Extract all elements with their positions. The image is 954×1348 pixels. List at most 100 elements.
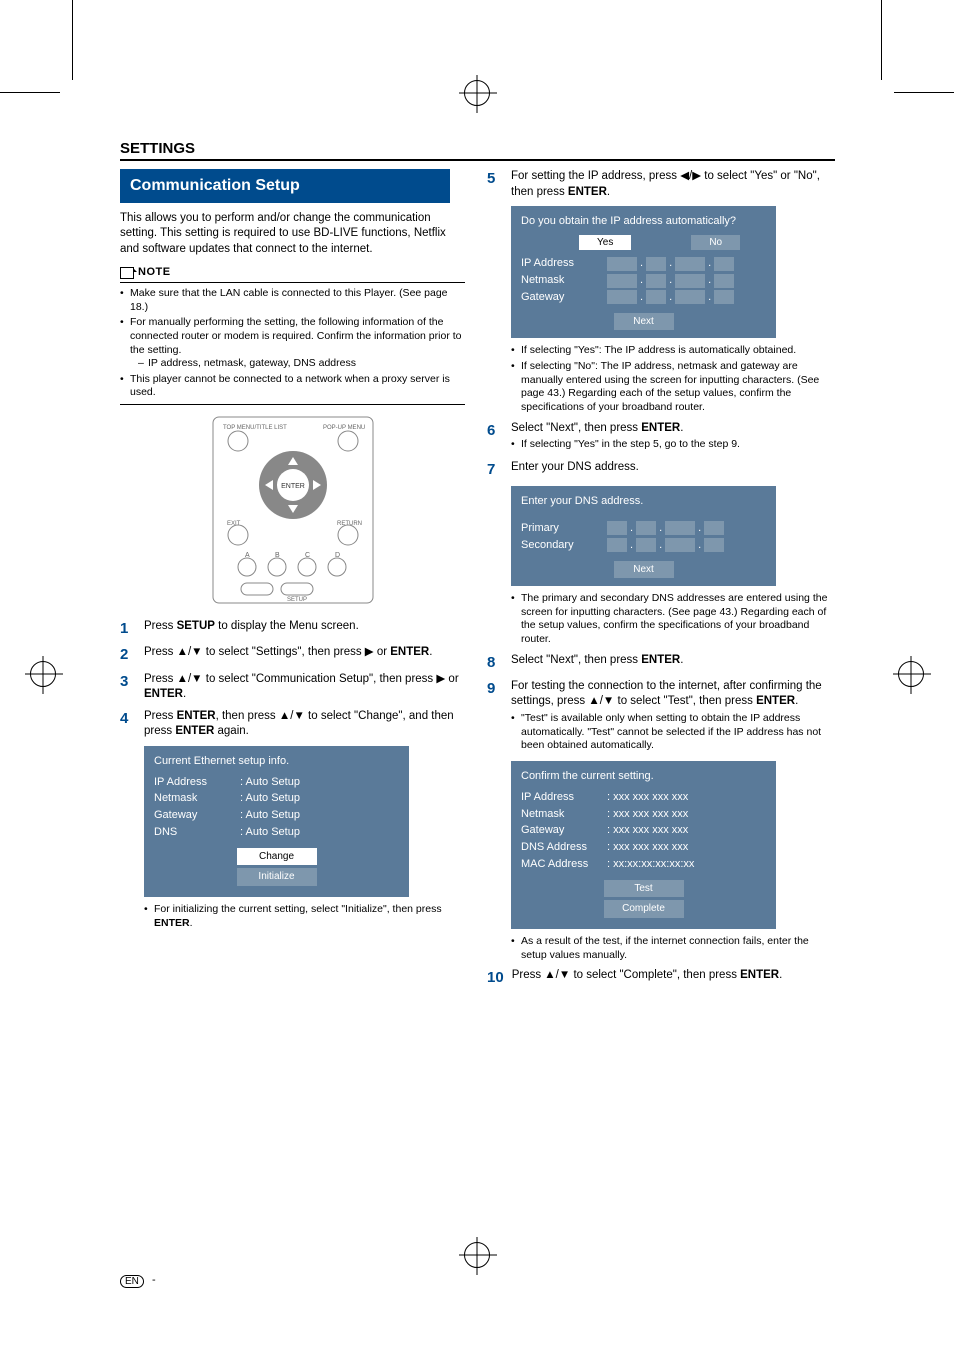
panel-row: Netmask : xxx xxx xxx xxx — [521, 807, 766, 822]
arrows-icon: ▲/▼ — [177, 673, 203, 685]
ip-field: ... — [607, 273, 734, 288]
bold: ENTER — [175, 725, 214, 737]
text: to select "Communication Setup", then pr… — [203, 673, 437, 685]
initialize-button[interactable]: Initialize — [237, 868, 317, 886]
text: . — [190, 917, 193, 929]
test-button[interactable]: Test — [604, 880, 684, 898]
bold: ENTER — [390, 646, 429, 658]
value: : Auto Setup — [240, 791, 300, 806]
text: Press — [512, 969, 545, 981]
label: Gateway — [521, 290, 599, 305]
change-button[interactable]: Change — [237, 848, 317, 866]
registration-mark-icon — [898, 661, 924, 687]
ip-field: ... — [607, 290, 734, 305]
footnote-list: For initializing the current setting, se… — [144, 903, 465, 930]
next-button[interactable]: Next — [614, 561, 674, 579]
note-label: NOTE — [138, 265, 171, 280]
sub-note: "Test" is available only when setting to… — [511, 712, 832, 753]
step-body: Press ▲/▼ to select "Communication Setup… — [144, 672, 465, 703]
value: : xxx xxx xxx xxx — [607, 807, 688, 822]
enter-label: ENTER — [281, 483, 305, 490]
panel-row: Gateway : xxx xxx xxx xxx — [521, 823, 766, 838]
yes-button[interactable]: Yes — [579, 235, 631, 251]
text: . — [680, 422, 683, 434]
communication-setup-heading: Communication Setup — [120, 169, 450, 203]
text: to select "Test", then press — [614, 695, 756, 707]
step-number: 2 — [120, 645, 136, 665]
arrows-icon: ▲/▼ — [177, 646, 203, 658]
value: : Auto Setup — [240, 775, 300, 790]
text: to display the Menu screen. — [215, 620, 359, 632]
step-number: 7 — [487, 460, 503, 480]
step-number: 9 — [487, 679, 503, 755]
crop-mark — [894, 92, 954, 93]
panel-row: Gateway... — [521, 290, 766, 305]
panel-row: Primary... — [521, 521, 766, 536]
step-7: 7 Enter your DNS address. — [487, 460, 832, 480]
panel-row: Secondary... — [521, 538, 766, 553]
next-button[interactable]: Next — [614, 313, 674, 331]
confirm-panel: Confirm the current setting. IP Address:… — [511, 761, 776, 929]
value: : xxx xxx xxx xxx — [607, 790, 688, 805]
right-column: 5 For setting the IP address, press ◀/▶ … — [487, 169, 832, 994]
crop-mark — [0, 92, 60, 93]
label: Netmask — [521, 273, 599, 288]
bold: SETUP — [177, 620, 215, 632]
value: : xxx xxx xxx xxx — [607, 840, 688, 855]
text: or — [374, 646, 391, 658]
text: . — [680, 654, 683, 666]
text: or — [445, 673, 458, 685]
text: Press — [144, 620, 177, 632]
step-8: 8 Select "Next", then press ENTER. — [487, 653, 832, 673]
panel-row: MAC Address: xx:xx:xx:xx:xx:xx — [521, 857, 766, 872]
bold: ENTER — [641, 422, 680, 434]
note-item: "Test" is available only when setting to… — [511, 712, 832, 753]
complete-button[interactable]: Complete — [604, 900, 684, 918]
language-badge: EN — [120, 1275, 144, 1288]
note-list: Make sure that the LAN cable is connecte… — [120, 287, 465, 400]
bold: ENTER — [154, 917, 190, 929]
divider — [120, 404, 465, 405]
label-top-menu: TOP MENU/TITLE LIST — [223, 425, 287, 431]
panel-row: Netmask... — [521, 273, 766, 288]
step-number: 1 — [120, 619, 136, 639]
step-number: 5 — [487, 169, 503, 200]
ip-field: ... — [607, 521, 724, 536]
crop-mark — [72, 0, 73, 80]
label: Netmask — [154, 791, 232, 806]
panel-buttons: Change Initialize — [154, 848, 399, 886]
panel-buttons: Next — [521, 313, 766, 331]
remote-svg: TOP MENU/TITLE LIST POP-UP MENU ENTER EX… — [193, 415, 393, 605]
panel-row: IP Address... — [521, 256, 766, 271]
arrows-icon: ◀/▶ — [680, 170, 701, 182]
arrow-icon: ▶ — [365, 646, 374, 658]
return-label: RETURN — [337, 521, 362, 527]
panel-row: IP Address: Auto Setup — [154, 775, 399, 790]
ip-field: ... — [607, 256, 734, 271]
two-column-layout: Communication Setup This allows you to p… — [120, 169, 835, 994]
label: Netmask — [521, 807, 599, 822]
label: IP Address — [521, 790, 599, 805]
panel-row: Netmask : Auto Setup — [154, 791, 399, 806]
note-item: If selecting "No": The IP address, netma… — [511, 360, 832, 415]
panel-row: DNS: Auto Setup — [154, 825, 399, 840]
no-button[interactable]: No — [691, 235, 740, 251]
intro-paragraph: This allows you to perform and/or change… — [120, 211, 465, 258]
step-number: 3 — [120, 672, 136, 703]
crop-mark — [881, 0, 882, 80]
note-subitem: IP address, netmask, gateway, DNS addres… — [130, 357, 465, 371]
ip-notes: If selecting "Yes": The IP address is au… — [511, 344, 832, 414]
panel-title: Current Ethernet setup info. — [154, 754, 399, 769]
note-icon — [120, 267, 134, 279]
panel-title: Enter your DNS address. — [521, 494, 766, 509]
value: : xxx xxx xxx xxx — [607, 823, 688, 838]
step-5: 5 For setting the IP address, press ◀/▶ … — [487, 169, 832, 200]
registration-mark-icon — [30, 661, 56, 687]
label: Gateway — [521, 823, 599, 838]
arrow-icon: ▶ — [436, 673, 445, 685]
step-number: 10 — [487, 968, 504, 988]
panel-buttons: Test Complete — [521, 880, 766, 918]
label-popup-menu: POP-UP MENU — [323, 425, 365, 431]
text: . — [795, 695, 798, 707]
text: . — [183, 688, 186, 700]
